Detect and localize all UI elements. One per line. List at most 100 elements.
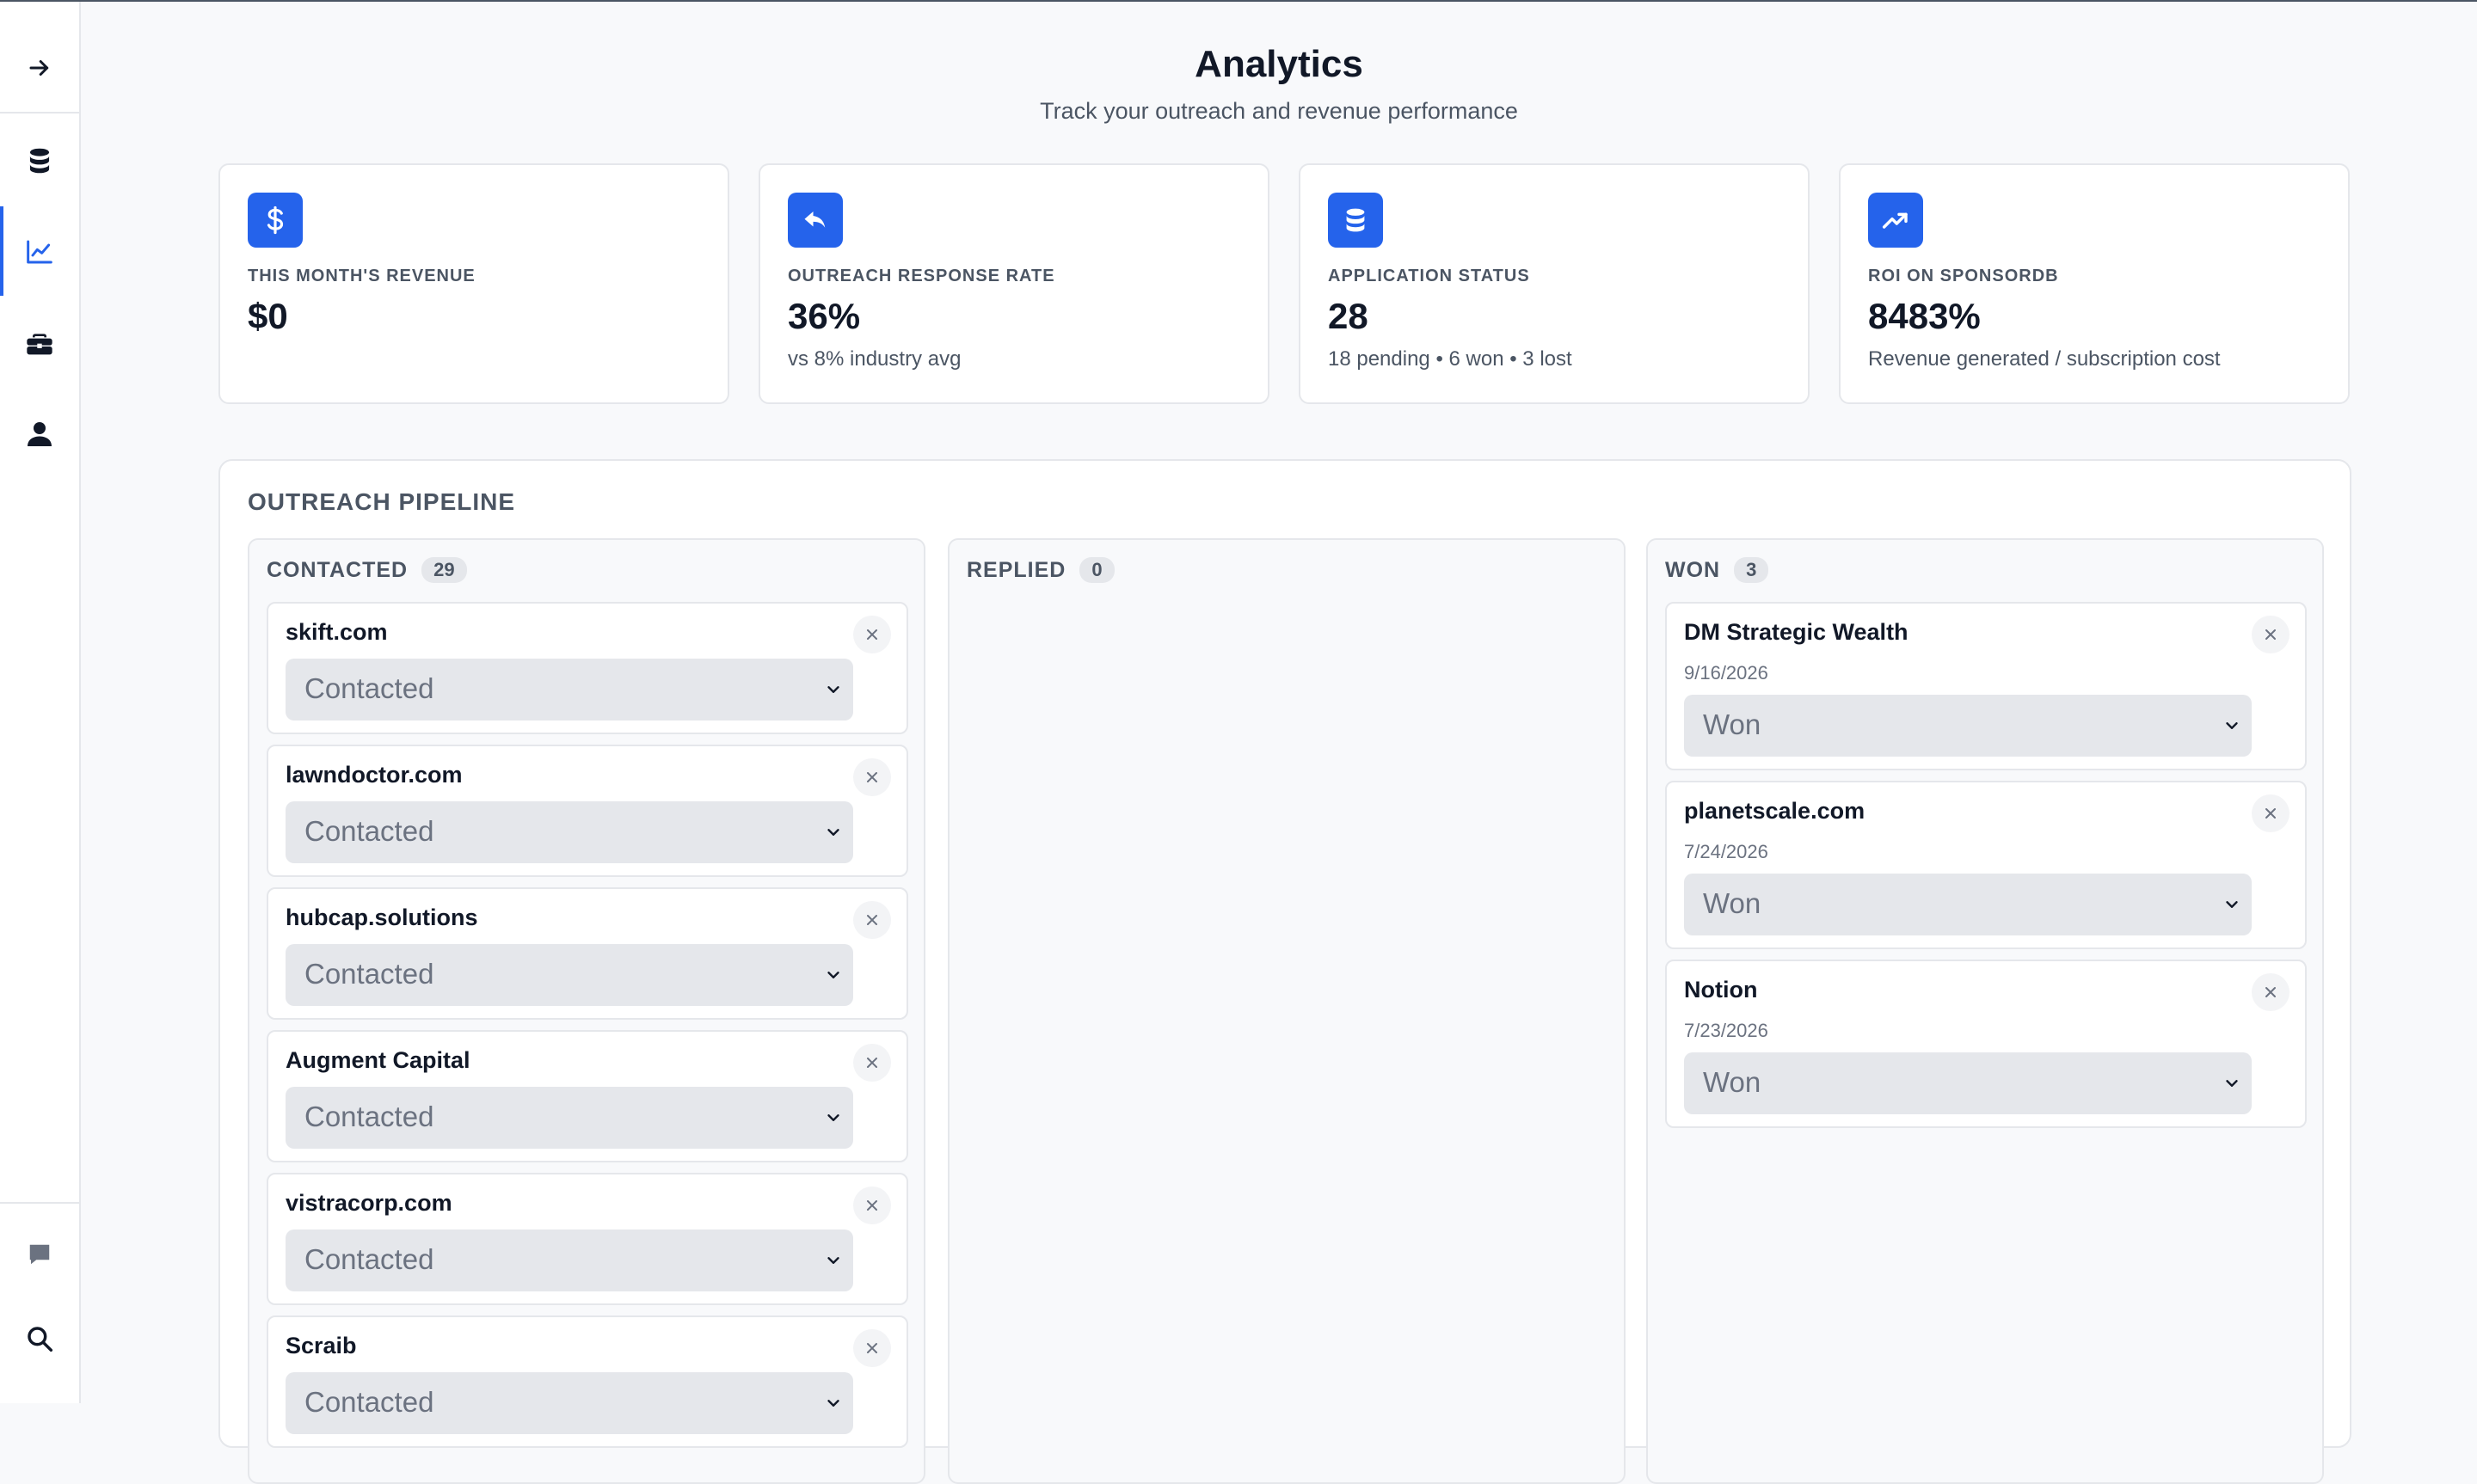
- stat-label: APPLICATION STATUS: [1328, 267, 1530, 285]
- lead-status-select[interactable]: Won: [1684, 1052, 2252, 1114]
- lead-name: Notion: [1684, 977, 1758, 1003]
- top-border: [0, 0, 2477, 2]
- chevron-down-icon: [2226, 1080, 2238, 1087]
- stat-card-revenue: THIS MONTH'S REVENUE $0: [218, 163, 729, 404]
- sidebar-item-chat[interactable]: [0, 1223, 79, 1286]
- sidebar-item-database[interactable]: [0, 129, 79, 193]
- lead-card[interactable]: Notion 7/23/2026 Won: [1665, 960, 2307, 1128]
- close-icon: [2265, 987, 2276, 997]
- column-header: REPLIED 0: [967, 557, 1115, 583]
- lead-card[interactable]: Scraib Contacted: [267, 1315, 908, 1448]
- chevron-down-icon: [827, 972, 839, 978]
- lead-status-value: Won: [1703, 708, 1761, 740]
- lead-name: hubcap.solutions: [286, 905, 478, 930]
- lead-card[interactable]: DM Strategic Wealth 9/16/2026 Won: [1665, 602, 2307, 770]
- stat-value: 28: [1328, 296, 1368, 336]
- chart-line-icon: [27, 240, 52, 264]
- column-name: CONTACTED: [267, 557, 409, 582]
- lead-date: 7/23/2026: [1684, 1020, 1768, 1041]
- remove-lead-button[interactable]: [853, 616, 891, 653]
- close-icon: [867, 1200, 877, 1211]
- column-name: REPLIED: [967, 557, 1066, 582]
- lead-status-value: Contacted: [304, 1243, 434, 1275]
- stat-label: ROI ON SPONSORDB: [1868, 267, 2059, 285]
- chevron-down-icon: [827, 1257, 839, 1264]
- close-icon: [867, 1058, 877, 1068]
- user-icon: [28, 422, 52, 446]
- chevron-down-icon: [827, 829, 839, 836]
- briefcase-icon: [27, 334, 52, 355]
- lead-card[interactable]: skift.com Contacted: [267, 602, 908, 734]
- lead-status-select[interactable]: Contacted: [286, 944, 853, 1006]
- lead-status-value: Contacted: [304, 958, 434, 990]
- trending-up-icon: [1868, 193, 1923, 248]
- chevron-down-icon: [827, 1114, 839, 1121]
- lead-status-select[interactable]: Contacted: [286, 1372, 853, 1434]
- page-title: Analytics: [1195, 43, 1363, 85]
- chevron-down-icon: [827, 1400, 839, 1407]
- lead-status-select[interactable]: Contacted: [286, 1230, 853, 1291]
- remove-lead-button[interactable]: [853, 1329, 891, 1367]
- lead-name: DM Strategic Wealth: [1684, 619, 1908, 645]
- sidebar-divider-bottom: [0, 1202, 79, 1204]
- sidebar-divider: [0, 112, 79, 113]
- lead-status-value: Won: [1703, 887, 1761, 919]
- stat-label: OUTREACH RESPONSE RATE: [788, 267, 1055, 285]
- remove-lead-button[interactable]: [853, 901, 891, 939]
- lead-date: 9/16/2026: [1684, 662, 1768, 684]
- search-icon: [28, 1327, 53, 1352]
- column-name: WON: [1665, 557, 1721, 582]
- chevron-down-icon: [2226, 722, 2238, 729]
- remove-lead-button[interactable]: [853, 1044, 891, 1082]
- stat-subtext: vs 8% industry avg: [788, 347, 962, 371]
- chat-icon: [29, 1244, 50, 1265]
- lead-status-select[interactable]: Won: [1684, 874, 2252, 935]
- lead-status-select[interactable]: Contacted: [286, 659, 853, 721]
- sidebar-item-expand[interactable]: [0, 36, 79, 100]
- stat-subtext: Revenue generated / subscription cost: [1868, 347, 2221, 371]
- lead-name: Augment Capital: [286, 1047, 470, 1073]
- sidebar: [0, 2, 81, 1403]
- close-icon: [2265, 808, 2276, 819]
- lead-status-select[interactable]: Contacted: [286, 801, 853, 863]
- lead-status-value: Won: [1703, 1066, 1761, 1098]
- column-count-badge: 3: [1734, 557, 1769, 583]
- lead-status-value: Contacted: [304, 1386, 434, 1418]
- remove-lead-button[interactable]: [2252, 794, 2290, 832]
- close-icon: [867, 1343, 877, 1353]
- sidebar-item-search[interactable]: [0, 1307, 79, 1371]
- lead-card[interactable]: planetscale.com 7/24/2026 Won: [1665, 781, 2307, 949]
- lead-name: skift.com: [286, 619, 388, 645]
- close-icon: [2265, 629, 2276, 640]
- sidebar-item-briefcase[interactable]: [0, 311, 79, 375]
- pipeline-column-won: WON 3 DM Strategic Wealth 9/16/2026 Won …: [1646, 538, 2324, 1484]
- lead-name: vistracorp.com: [286, 1190, 452, 1216]
- pipeline-title: OUTREACH PIPELINE: [248, 488, 516, 515]
- chevron-down-icon: [827, 686, 839, 693]
- stat-subtext: 18 pending • 6 won • 3 lost: [1328, 347, 1572, 371]
- lead-card[interactable]: hubcap.solutions Contacted: [267, 887, 908, 1020]
- lead-status-select[interactable]: Contacted: [286, 1087, 853, 1149]
- stat-label: THIS MONTH'S REVENUE: [248, 267, 476, 285]
- lead-status-value: Contacted: [304, 1101, 434, 1132]
- lead-card[interactable]: vistracorp.com Contacted: [267, 1173, 908, 1305]
- lead-status-select[interactable]: Won: [1684, 695, 2252, 757]
- column-header: CONTACTED 29: [267, 557, 467, 583]
- remove-lead-button[interactable]: [2252, 973, 2290, 1011]
- remove-lead-button[interactable]: [853, 1187, 891, 1224]
- lead-card[interactable]: lawndoctor.com Contacted: [267, 745, 908, 877]
- close-icon: [867, 772, 877, 782]
- column-header: WON 3: [1665, 557, 1769, 583]
- pipeline-column-replied: REPLIED 0: [948, 538, 1626, 1484]
- stat-value: 8483%: [1868, 296, 1981, 336]
- page-subtitle: Track your outreach and revenue performa…: [1040, 98, 1518, 124]
- close-icon: [867, 629, 877, 640]
- remove-lead-button[interactable]: [853, 758, 891, 796]
- stat-value: 36%: [788, 296, 861, 336]
- sidebar-item-analytics[interactable]: [0, 220, 79, 284]
- stat-card-roi: ROI ON SPONSORDB 8483% Revenue generated…: [1839, 163, 2350, 404]
- remove-lead-button[interactable]: [2252, 616, 2290, 653]
- lead-date: 7/24/2026: [1684, 841, 1768, 862]
- sidebar-item-profile[interactable]: [0, 402, 79, 466]
- lead-card[interactable]: Augment Capital Contacted: [267, 1030, 908, 1162]
